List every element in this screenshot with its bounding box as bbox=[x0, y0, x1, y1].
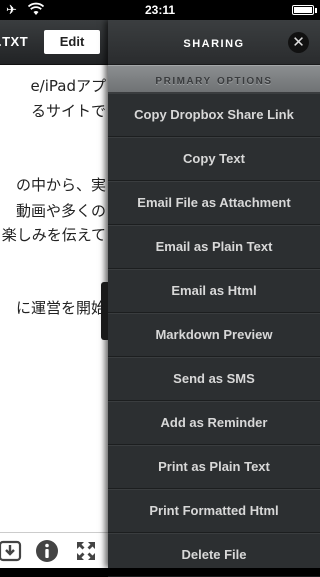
menu-item-add-as-reminder[interactable]: Add as Reminder bbox=[108, 401, 320, 445]
document-line: 動画や多くの bbox=[15, 202, 106, 220]
edit-button[interactable]: Edit bbox=[44, 30, 100, 54]
document-panel: .TXT Edit e/iPadアプ るサイトで の中から、実 動画や多くの 楽… bbox=[0, 20, 108, 568]
close-icon[interactable]: ✕ bbox=[288, 32, 309, 53]
download-icon[interactable] bbox=[0, 539, 22, 563]
document-toolbar bbox=[0, 532, 108, 568]
menu-item-delete-file[interactable]: Delete File bbox=[108, 533, 320, 577]
menu-item-email-file-as-attachment[interactable]: Email File as Attachment bbox=[108, 181, 320, 225]
document-line: の中から、実 bbox=[15, 176, 106, 194]
document-header: .TXT Edit bbox=[0, 20, 108, 65]
document-line: に運営を開始 bbox=[15, 299, 106, 317]
drawer-drag-handle[interactable] bbox=[101, 282, 108, 340]
document-line: e/iPadアプ bbox=[30, 77, 106, 95]
menu-item-email-as-plain-text[interactable]: Email as Plain Text bbox=[108, 225, 320, 269]
menu-item-print-formatted-html[interactable]: Print Formatted Html bbox=[108, 489, 320, 533]
menu-item-print-as-plain-text[interactable]: Print as Plain Text bbox=[108, 445, 320, 489]
document-line: るサイトで bbox=[30, 102, 106, 120]
section-header-primary-options: Primary Options bbox=[108, 65, 320, 93]
expand-icon[interactable] bbox=[74, 539, 98, 563]
status-bar: ✈ 23:11 bbox=[0, 0, 320, 20]
sharing-panel: Sharing ✕ Primary Options Copy Dropbox S… bbox=[108, 20, 320, 577]
menu-item-email-as-html[interactable]: Email as Html bbox=[108, 269, 320, 313]
menu-item-markdown-preview[interactable]: Markdown Preview bbox=[108, 313, 320, 357]
menu-item-copy-text[interactable]: Copy Text bbox=[108, 137, 320, 181]
menu-item-copy-dropbox-share-link[interactable]: Copy Dropbox Share Link bbox=[108, 93, 320, 137]
menu-item-send-as-sms[interactable]: Send as SMS bbox=[108, 357, 320, 401]
sharing-header: Sharing ✕ bbox=[108, 20, 320, 65]
info-icon[interactable] bbox=[35, 539, 59, 563]
document-filename: .TXT bbox=[0, 34, 29, 49]
document-line: 楽しみを伝えて bbox=[1, 226, 106, 244]
battery-icon bbox=[292, 5, 317, 15]
status-time: 23:11 bbox=[144, 3, 176, 17]
